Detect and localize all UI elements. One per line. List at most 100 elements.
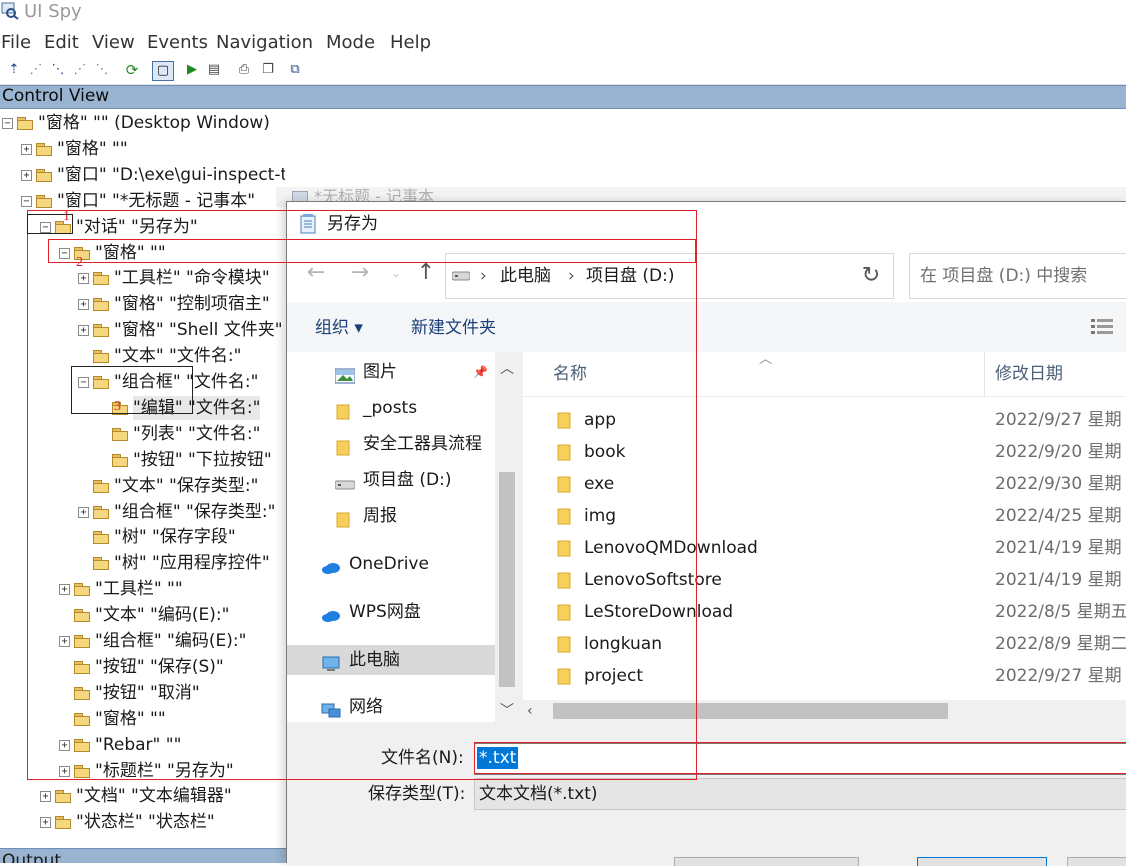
play-icon[interactable]: ▶ (184, 61, 200, 79)
tree-item[interactable]: + "窗格" "控制项宿主" (0, 292, 285, 316)
scroll-left-icon[interactable]: ‹ (527, 700, 533, 722)
expand-icon[interactable]: + (78, 299, 89, 311)
filename-value[interactable]: *.txt (477, 747, 519, 769)
tree-item[interactable]: − "窗格" "" (Desktop Window) (0, 111, 285, 135)
file-row[interactable]: longkuan 2022/8/9 星期二 (523, 628, 1126, 660)
highlight-rectangle-icon[interactable]: ▢ (152, 61, 174, 81)
tree-item[interactable]: "树" "应用程序控件" (0, 551, 285, 575)
tree-item[interactable]: + "窗格" "" (0, 137, 285, 161)
navigation-pane[interactable]: 📌 图片 _posts 安全工器具流程 项目盘 (D:) 周报 OneDrive WPS网盘此… (287, 352, 496, 722)
expand-icon[interactable]: + (40, 817, 51, 829)
refresh-icon[interactable]: ↻ (849, 253, 894, 299)
file-row[interactable]: app 2022/9/27 星期 (523, 404, 1126, 436)
column-divider[interactable] (984, 352, 985, 396)
breadcrumb-this-pc[interactable]: 此电脑 (500, 264, 551, 288)
print-icon[interactable]: ⎙ (236, 61, 252, 79)
tree-item[interactable]: "按钮" "保存(S)" (0, 655, 285, 679)
menu-navigation[interactable]: Navigation (216, 30, 313, 56)
expand-icon[interactable]: + (21, 143, 32, 155)
file-row[interactable]: book 2022/9/20 星期 (523, 436, 1126, 468)
scroll-down-icon[interactable]: ﹀ (495, 700, 519, 720)
tree-item[interactable]: + "工具栏" "" (0, 577, 285, 601)
nav-item[interactable]: OneDrive (287, 549, 495, 579)
nav-item[interactable]: 网络 (287, 692, 495, 722)
file-row[interactable]: project 2022/9/27 星期 (523, 660, 1126, 692)
tree-item[interactable]: "按钮" "下拉按钮" (0, 448, 285, 472)
menu-mode[interactable]: Mode (326, 30, 375, 56)
collapse-icon[interactable]: − (21, 195, 32, 207)
navigate-first-child-icon[interactable]: ⋰ (28, 61, 44, 79)
file-list[interactable]: ︿ 名称 修改日期 app 2022/9/27 星期 book 2022/9/20 星… (523, 352, 1126, 700)
tree-item[interactable]: + "窗口" "D:\exe\gui-inspect-tool-master\gu… (0, 163, 285, 187)
expand-icon[interactable]: + (21, 169, 32, 181)
tree-item[interactable]: − "窗口" "*无标题 - 记事本" (0, 189, 285, 213)
navigate-last-child-icon[interactable]: ⋱ (94, 61, 110, 79)
recent-locations-chevron-icon[interactable]: ⌄ (383, 260, 409, 286)
tree-item[interactable]: + "组合框" "编码(E):" (0, 629, 285, 653)
tree-item[interactable]: "文本" "文件名:" (0, 344, 285, 368)
collapse-icon[interactable]: − (59, 247, 70, 259)
expand-icon[interactable]: + (59, 584, 70, 596)
horizontal-scrollbar[interactable]: ‹ (523, 700, 1126, 722)
control-tree[interactable]: − "窗格" "" (Desktop Window) + "窗格" "" + "窗口" "… (0, 108, 285, 848)
nav-item[interactable]: _posts (287, 393, 495, 423)
filename-input[interactable]: *.txt (474, 743, 1126, 775)
navigate-parent-icon[interactable]: ⇡ (6, 61, 22, 79)
file-row[interactable]: LenovoSoftstore 2021/4/19 星期 (523, 564, 1126, 596)
nav-item[interactable]: 此电脑 (287, 645, 495, 675)
tree-item[interactable]: + "窗格" "Shell 文件夹" (0, 318, 285, 342)
file-row[interactable]: LeStoreDownload 2022/8/5 星期五 (523, 596, 1126, 628)
nav-item[interactable]: 项目盘 (D:) (287, 465, 495, 495)
expand-icon[interactable]: + (59, 636, 70, 647)
navigation-scrollbar[interactable]: ︿ ﹀ (495, 352, 519, 722)
tree-item[interactable]: + "文档" "文本编辑器" (0, 784, 285, 808)
filetype-select[interactable]: 文本文档(*.txt) (474, 778, 1126, 810)
tree-item[interactable]: "文本" "编码(E):" (0, 603, 285, 627)
navigate-previous-icon[interactable]: ⋰ (72, 61, 88, 79)
collapse-icon[interactable]: − (78, 377, 89, 388)
expand-icon[interactable]: + (40, 791, 51, 803)
up-arrow-icon[interactable]: ↑ (413, 260, 439, 286)
tree-item[interactable]: − "组合框" "文件名:" (0, 370, 285, 394)
nav-item[interactable]: 安全工器具流程 (287, 429, 495, 459)
nav-item[interactable]: 周报 (287, 501, 495, 531)
expand-icon[interactable]: + (59, 739, 70, 751)
organize-button[interactable]: 组织 ▾ (315, 316, 363, 340)
tree-item[interactable]: "文本" "保存类型:" (0, 474, 285, 498)
document-icon[interactable]: ▤ (206, 61, 222, 79)
scroll-up-icon[interactable]: ︿ (495, 358, 519, 378)
tree-item[interactable]: "树" "保存字段" (0, 525, 285, 549)
pin-icon[interactable]: 📌 (473, 357, 488, 387)
tree-item[interactable]: + "Rebar" "" (0, 733, 285, 757)
file-row[interactable]: exe 2022/9/30 星期 (523, 468, 1126, 500)
menu-edit[interactable]: Edit (44, 30, 79, 56)
scroll-thumb[interactable] (499, 472, 515, 687)
search-input[interactable]: 在 项目盘 (D:) 中搜索 (909, 253, 1126, 299)
expand-icon[interactable]: + (59, 765, 70, 777)
tree-item[interactable]: + "工具栏" "命令模块" (0, 266, 285, 290)
focus-tracking-icon[interactable]: ⧉ (287, 61, 303, 79)
tree-item[interactable]: "按钮" "取消" (0, 681, 285, 705)
new-folder-button[interactable]: 新建文件夹 (411, 316, 496, 340)
nav-item[interactable]: WPS网盘 (287, 597, 495, 627)
tree-item[interactable]: − "窗格" "" (0, 241, 285, 265)
expand-icon[interactable]: + (78, 273, 89, 285)
breadcrumb-drive-d[interactable]: 项目盘 (D:) (586, 264, 675, 288)
address-bar[interactable]: › 此电脑 › 项目盘 (D:) ⌄ (445, 253, 989, 299)
file-row[interactable]: img 2022/4/25 星期 (523, 500, 1126, 532)
tree-item[interactable]: + "状态栏" "状态栏" (0, 810, 285, 834)
scroll-thumb[interactable] (553, 703, 948, 719)
navigate-next-icon[interactable]: ⋱ (50, 61, 66, 79)
column-modified[interactable]: 修改日期 (995, 362, 1063, 386)
clipboard-icon[interactable]: ❐ (260, 61, 276, 79)
column-name[interactable]: 名称 (553, 362, 587, 386)
collapse-icon[interactable]: − (40, 221, 51, 233)
nav-item[interactable]: 📌 图片 (287, 357, 495, 387)
expand-icon[interactable]: + (78, 506, 89, 518)
menu-view[interactable]: View (92, 30, 135, 56)
tree-item[interactable]: − "对话" "另存为" (0, 215, 285, 239)
collapse-icon[interactable]: − (2, 118, 13, 129)
view-options-icon[interactable] (1091, 319, 1113, 335)
expand-icon[interactable]: + (78, 325, 89, 337)
back-arrow-icon[interactable]: ← (303, 260, 329, 286)
